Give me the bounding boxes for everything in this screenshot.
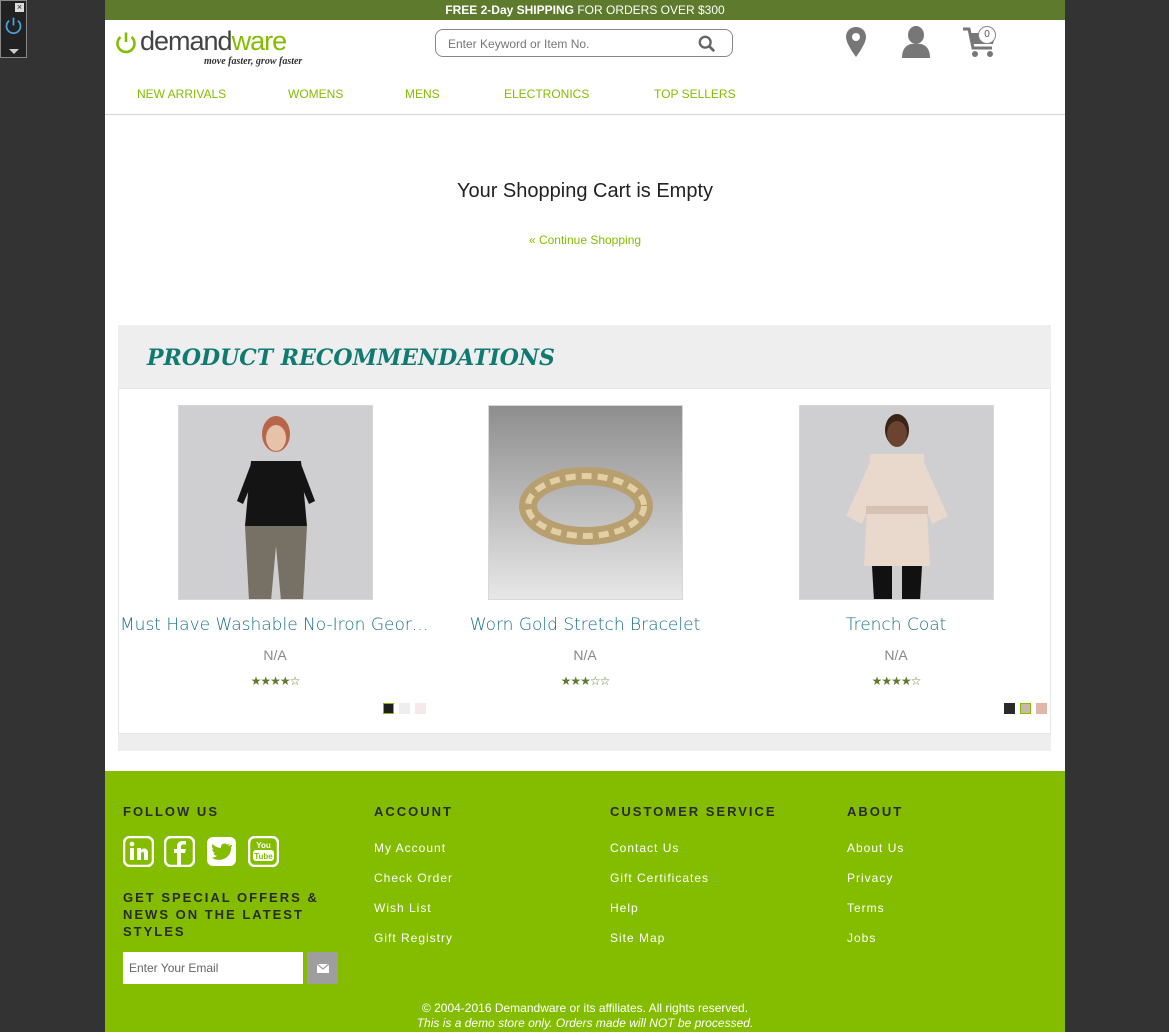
continue-shopping-link[interactable]: « Continue Shopping [105, 233, 1065, 247]
chevron-down-icon[interactable] [9, 49, 19, 54]
linkedin-icon[interactable] [123, 836, 154, 867]
nav-new-arrivals[interactable]: NEW ARRIVALS [137, 87, 226, 101]
product-image-trench-coat[interactable] [799, 405, 994, 600]
product-price: N/A [884, 647, 908, 663]
svg-text:Tube: Tube [254, 852, 273, 861]
product-recommendations: PRODUCT RECOMMENDATIONS Must Have Washab… [118, 325, 1051, 751]
recommendations-carousel: Must Have Washable No-Iron Georg... N/A … [118, 388, 1051, 734]
envelope-icon [316, 963, 329, 973]
swatch-black[interactable] [383, 703, 394, 714]
swatch-pink[interactable] [415, 703, 426, 714]
search-input[interactable] [446, 33, 690, 55]
customer-service-heading: CUSTOMER SERVICE [610, 804, 777, 819]
nav-electronics[interactable]: ELECTRONICS [504, 87, 589, 101]
swatch-tan[interactable] [1020, 703, 1031, 714]
wish-list-link[interactable]: Wish List [374, 901, 432, 915]
check-order-link[interactable]: Check Order [374, 871, 453, 885]
facebook-icon[interactable] [164, 836, 195, 867]
recommendations-heading: PRODUCT RECOMMENDATIONS [147, 345, 555, 371]
main-nav: NEW ARRIVALS WOMENS MENS ELECTRONICS TOP… [105, 87, 1065, 103]
product-price: N/A [263, 647, 287, 663]
promo-text: FOR ORDERS OVER $300 [573, 3, 725, 17]
location-pin-icon[interactable] [845, 26, 867, 58]
product-name[interactable]: Worn Gold Stretch Bracelet [430, 615, 740, 635]
twitter-icon[interactable] [206, 836, 237, 867]
search-box [435, 29, 733, 57]
account-heading: ACCOUNT [374, 804, 453, 819]
logo[interactable]: demandware move faster, grow faster [114, 25, 304, 67]
about-heading: ABOUT [847, 804, 904, 819]
email-field[interactable] [123, 952, 303, 984]
product-tile: Worn Gold Stretch Bracelet N/A ★★★☆☆ [430, 405, 740, 735]
product-price: N/A [573, 647, 597, 663]
empty-cart-title: Your Shopping Cart is Empty [456, 180, 714, 202]
promo-bar: FREE 2-Day SHIPPING FOR ORDERS OVER $300 [105, 0, 1065, 20]
product-name[interactable]: Must Have Washable No-Iron Georg... [120, 615, 430, 635]
youtube-icon[interactable]: You Tube [248, 836, 279, 867]
copyright-text: © 2004-2016 Demandware or its affiliates… [421, 1001, 749, 1015]
logo-word-a: demand [140, 26, 233, 56]
email-submit-button[interactable] [307, 952, 338, 984]
page: FREE 2-Day SHIPPING FOR ORDERS OVER $300… [105, 0, 1065, 1032]
terms-link[interactable]: Terms [847, 901, 885, 915]
product-tile: Must Have Washable No-Iron Georg... N/A … [120, 405, 430, 735]
nav-mens[interactable]: MENS [405, 87, 440, 101]
power-logo-icon [116, 32, 136, 54]
swatch-black[interactable] [1004, 703, 1015, 714]
follow-us-heading: FOLLOW US [123, 804, 219, 819]
product-tile: Trench Coat N/A ★★★★☆ [741, 405, 1051, 735]
swatch-white[interactable] [399, 703, 410, 714]
product-name[interactable]: Trench Coat [741, 615, 1051, 635]
blouse-model-image [179, 406, 372, 599]
help-link[interactable]: Help [610, 901, 639, 915]
rating-stars: ★★★★☆ [250, 674, 301, 688]
search-icon[interactable] [698, 35, 716, 53]
bracelet-image [489, 406, 682, 599]
swatch-rose[interactable] [1036, 703, 1047, 714]
product-image-blouse[interactable] [178, 405, 373, 600]
contact-us-link[interactable]: Contact Us [610, 841, 679, 855]
product-image-bracelet[interactable] [488, 405, 683, 600]
nav-womens[interactable]: WOMENS [288, 87, 343, 101]
account-icon[interactable] [901, 26, 931, 58]
jobs-link[interactable]: Jobs [847, 931, 876, 945]
logo-tagline: move faster, grow faster [204, 56, 303, 67]
power-widget[interactable]: × [0, 0, 27, 58]
privacy-link[interactable]: Privacy [847, 871, 893, 885]
close-icon[interactable]: × [15, 3, 24, 12]
promo-bold: FREE 2-Day SHIPPING [445, 3, 574, 17]
logo-wordmark: demandware [140, 26, 288, 57]
rating-stars: ★★★☆☆ [560, 674, 611, 688]
svg-text:You: You [256, 841, 271, 850]
cart-count-badge[interactable]: 0 [978, 26, 996, 44]
footer: FOLLOW US You Tube GET SPECIAL OFFERS & … [105, 771, 1065, 1032]
about-us-link[interactable]: About Us [847, 841, 904, 855]
header: demandware move faster, grow faster 0 [105, 20, 1065, 115]
rating-stars: ★★★★☆ [871, 674, 922, 688]
my-account-link[interactable]: My Account [374, 841, 446, 855]
site-map-link[interactable]: Site Map [610, 931, 665, 945]
gift-certificates-link[interactable]: Gift Certificates [610, 871, 709, 885]
demo-disclaimer: This is a demo store only. Orders made w… [416, 1016, 754, 1030]
special-offers-heading: GET SPECIAL OFFERS & NEWS ON THE LATEST … [123, 890, 319, 939]
power-icon[interactable] [3, 15, 24, 36]
logo-word-b: ware [231, 26, 288, 56]
trench-coat-model-image [800, 406, 993, 599]
gift-registry-link[interactable]: Gift Registry [374, 931, 453, 945]
nav-top-sellers[interactable]: TOP SELLERS [654, 87, 736, 101]
